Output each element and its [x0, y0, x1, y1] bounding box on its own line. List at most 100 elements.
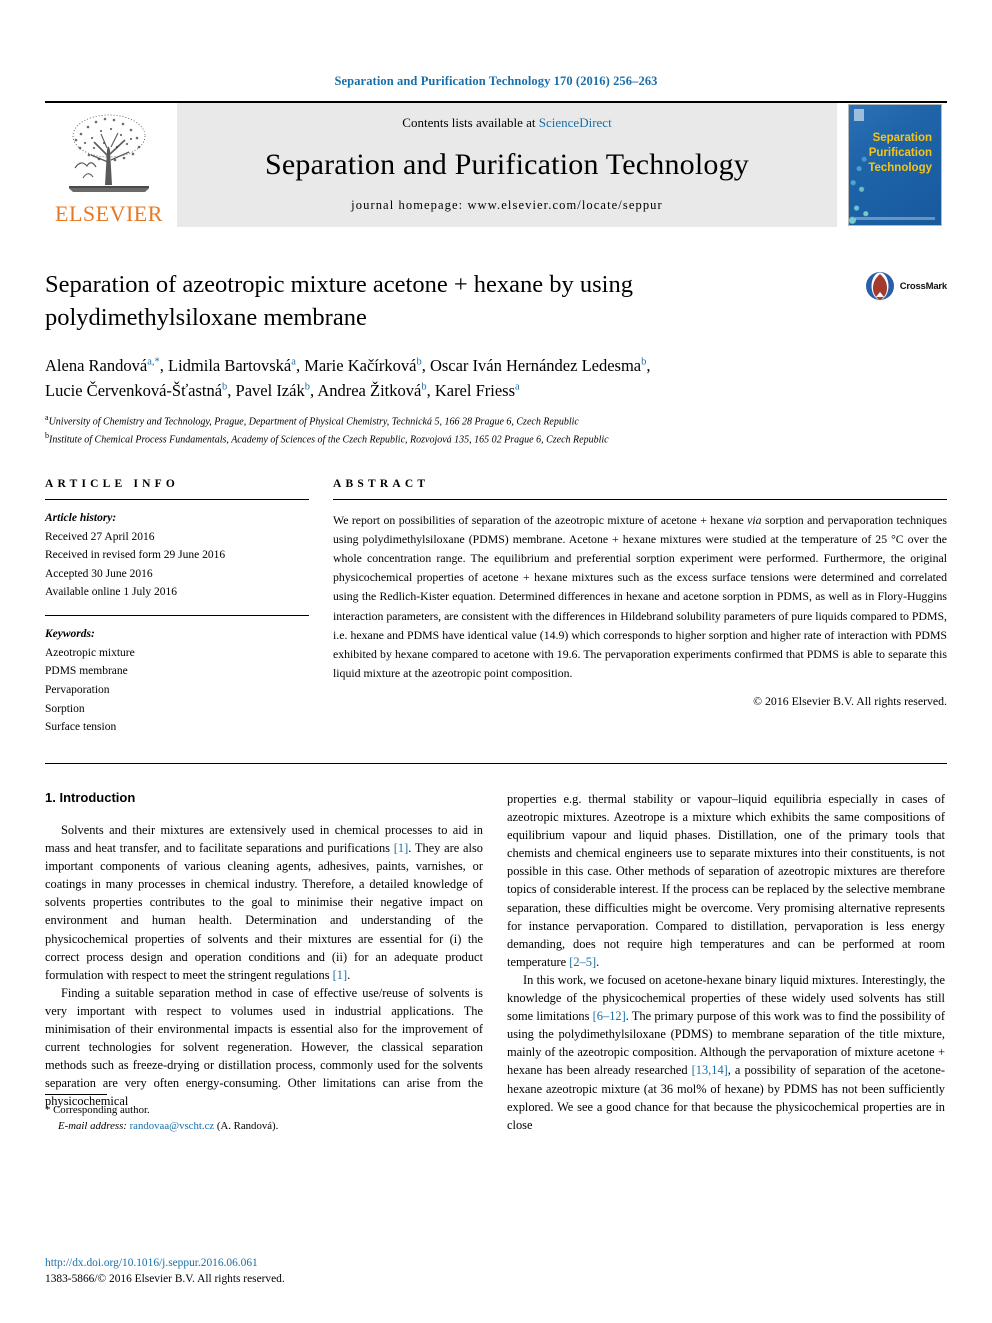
keyword-item: Sorption	[45, 702, 85, 715]
author-item[interactable]: Oscar Iván Hernández Ledesmab	[430, 356, 646, 375]
page-title: Separation of azeotropic mixture acetone…	[45, 271, 633, 331]
author-name: Marie Kačírková	[304, 356, 417, 376]
cover-title-line-1: Separation	[872, 132, 932, 144]
author-item[interactable]: Alena Randováa,*	[45, 356, 160, 375]
author-name: Lidmila Bartovská	[167, 356, 292, 376]
history-item: Available online 1 July 2016	[45, 586, 178, 599]
author-item[interactable]: Marie Kačírkováb	[304, 356, 422, 375]
email-note: E-mail address: randovaa@vscht.cz (A. Ra…	[45, 1118, 483, 1134]
article-history-label: Article history:	[45, 511, 117, 524]
citation-reference[interactable]: [13,14]	[692, 1063, 728, 1077]
crossmark-badge[interactable]: CrossMark	[865, 271, 947, 301]
journal-title: Separation and Purification Technology	[265, 147, 749, 181]
paragraph: Finding a suitable separation method in …	[45, 984, 483, 1111]
history-item: Accepted 30 June 2016	[45, 567, 153, 580]
journal-band: Contents lists available at ScienceDirec…	[177, 103, 837, 227]
author-affiliation-marker: a	[291, 356, 296, 368]
citation-reference[interactable]: [1]	[394, 841, 408, 855]
email-link[interactable]: randovaa@vscht.cz	[130, 1120, 215, 1132]
cover-publisher-mark	[854, 109, 864, 121]
abstract-part-2: sorption and pervaporation techniques us…	[333, 512, 947, 680]
affiliation-text: Institute of Chemical Process Fundamenta…	[49, 434, 609, 446]
paper-page: Separation and Purification Technology 1…	[0, 0, 992, 1323]
author-affiliation-marker: a	[515, 381, 520, 393]
doi-block: http://dx.doi.org/10.1016/j.seppur.2016.…	[45, 1255, 285, 1287]
elsevier-tree-icon	[69, 114, 149, 192]
author-item[interactable]: Karel Friessa	[435, 381, 520, 400]
author-affiliation-marker: b	[304, 381, 310, 393]
keywords-label: Keywords:	[45, 628, 95, 641]
affiliation-list: aUniversity of Chemistry and Technology,…	[45, 412, 947, 448]
paragraph: Solvents and their mixtures are extensiv…	[45, 821, 483, 984]
author-affiliation-marker: b	[421, 381, 427, 393]
keyword-item: Azeotropic mixture	[45, 646, 135, 659]
footnote-block: * Corresponding author. E-mail address: …	[45, 1093, 483, 1134]
keywords-block: Keywords: Azeotropic mixture PDMS membra…	[45, 616, 309, 737]
elsevier-wordmark: ELSEVIER	[55, 201, 163, 226]
footnote-text: * Corresponding author. E-mail address: …	[45, 1102, 483, 1134]
author-affiliation-marker: b	[416, 356, 422, 368]
author-name: Karel Friess	[434, 381, 516, 401]
keyword-item: PDMS membrane	[45, 665, 128, 678]
citation-reference[interactable]: [2–5]	[569, 955, 596, 969]
affiliation-text: University of Chemistry and Technology, …	[48, 416, 579, 428]
journal-masthead: ELSEVIER Contents lists available at Sci…	[45, 101, 947, 227]
body-column-right: properties e.g. thermal stability or vap…	[507, 790, 945, 1134]
article-info-column: ARTICLE INFO Article history: Received 2…	[45, 478, 309, 737]
crossmark-icon	[865, 272, 894, 300]
author-affiliation-marker: a,*	[147, 356, 160, 368]
author-name: Andrea Žitková	[317, 381, 422, 401]
cover-title: Separation Purification Technology	[849, 131, 937, 177]
author-item[interactable]: Andrea Žitkováb	[317, 381, 426, 400]
article-history: Article history: Received 27 April 2016 …	[45, 500, 309, 602]
paragraph: properties e.g. thermal stability or vap…	[507, 790, 945, 971]
history-item: Received 27 April 2016	[45, 530, 155, 543]
running-head: Separation and Purification Technology 1…	[334, 74, 658, 88]
citation-reference[interactable]: [6–12]	[593, 1009, 626, 1023]
contents-available-line: Contents lists available at ScienceDirec…	[402, 115, 611, 131]
paragraph-text: .	[347, 967, 351, 982]
abstract-part-1: We report on possibilities of separation…	[333, 512, 748, 527]
abstract-column: ABSTRACT We report on possibilities of s…	[333, 478, 947, 737]
history-item: Received in revised form 29 June 2016	[45, 549, 226, 562]
author-name: Oscar Iván Hernández Ledesma	[429, 356, 642, 376]
author-item[interactable]: Lidmila Bartovskáa	[168, 356, 296, 375]
journal-cover-thumbnail: Separation Purification Technology	[843, 103, 947, 227]
cover-footer-bar	[855, 217, 935, 220]
sciencedirect-link[interactable]: ScienceDirect	[539, 115, 612, 130]
affiliation-item: bInstitute of Chemical Process Fundament…	[45, 430, 947, 448]
author-item[interactable]: Pavel Izákb	[236, 381, 310, 400]
footnote-rule	[45, 1093, 107, 1095]
title-block: Separation of azeotropic mixture acetone…	[45, 269, 947, 334]
article-info-heading: ARTICLE INFO	[45, 477, 180, 490]
crossmark-label: CrossMark	[899, 280, 948, 292]
author-name: Lucie Červenková-Šťastná	[45, 381, 223, 401]
corresponding-author-note: * Corresponding author.	[45, 1102, 483, 1118]
paragraph-text: Finding a suitable separation method in …	[45, 985, 483, 1109]
paragraph: In this work, we focused on acetone-hexa…	[507, 971, 945, 1134]
author-name: Pavel Izák	[235, 381, 305, 401]
corresponding-author-label: Corresponding author.	[53, 1103, 150, 1116]
author-item[interactable]: Lucie Červenková-Šťastnáb	[45, 381, 227, 400]
footnote-star-marker: *	[45, 1103, 51, 1116]
body-columns: 1. Introduction Solvents and their mixtu…	[45, 790, 947, 1134]
author-name: Alena Randová	[45, 356, 148, 376]
citation-reference[interactable]: [1]	[333, 968, 347, 982]
section-heading-introduction: 1. Introduction	[45, 789, 136, 805]
author-affiliation-marker: b	[641, 356, 647, 368]
keyword-item: Surface tension	[45, 721, 117, 734]
journal-homepage[interactable]: journal homepage: www.elsevier.com/locat…	[351, 198, 663, 213]
info-abstract-section: ARTICLE INFO Article history: Received 2…	[45, 478, 947, 737]
email-owner: (A. Randová).	[216, 1119, 279, 1132]
doi-link[interactable]: http://dx.doi.org/10.1016/j.seppur.2016.…	[45, 1255, 285, 1271]
abstract-text: We report on possibilities of separation…	[333, 500, 947, 683]
issn-copyright-line: 1383-5866/© 2016 Elsevier B.V. All right…	[45, 1272, 285, 1285]
abstract-heading: ABSTRACT	[333, 477, 430, 490]
affiliation-item: aUniversity of Chemistry and Technology,…	[45, 412, 947, 430]
body-separator-rule	[45, 762, 947, 764]
cover-title-line-2: Purification	[868, 147, 932, 160]
keyword-item: Pervaporation	[45, 683, 110, 696]
cover-title-line-3: Technology	[868, 162, 932, 175]
paragraph-text: .	[596, 954, 600, 969]
email-label: E-mail address:	[58, 1119, 127, 1132]
